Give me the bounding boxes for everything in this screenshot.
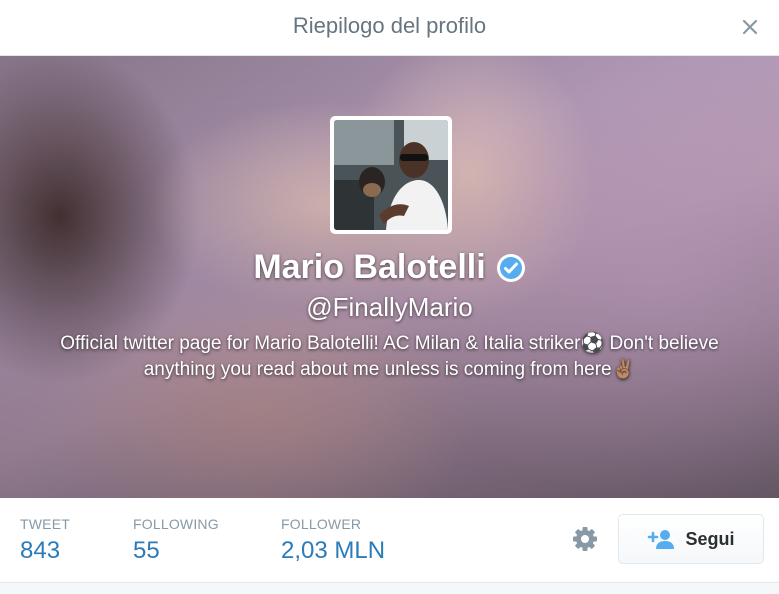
stat-tweet-value: 843 xyxy=(20,537,61,564)
stat-following[interactable]: FOLLOWING 55 xyxy=(133,516,219,565)
modal-title: Riepilogo del profilo xyxy=(292,13,487,38)
follow-button[interactable]: Segui xyxy=(618,514,764,564)
close-icon xyxy=(742,19,758,35)
close-button[interactable] xyxy=(735,12,765,42)
stat-tweet-label: TWEET xyxy=(20,516,70,532)
stat-follower-label: FOLLOWER xyxy=(281,516,362,532)
add-user-icon xyxy=(648,530,675,549)
settings-button[interactable] xyxy=(570,524,600,554)
avatar[interactable] xyxy=(330,116,452,234)
stat-following-value: 55 xyxy=(133,537,160,564)
profile-handle[interactable]: @FinallyMario xyxy=(0,292,779,323)
verified-badge-icon xyxy=(496,253,525,282)
follow-button-label: Segui xyxy=(685,528,735,549)
modal-footer-strip xyxy=(0,583,779,594)
profile-name[interactable]: Mario Balotelli xyxy=(253,248,485,287)
profile-banner: Mario Balotelli @FinallyMario Official t… xyxy=(0,56,779,498)
stat-follower[interactable]: FOLLOWER 2,03 MLN xyxy=(281,516,385,565)
profile-stats-bar: TWEET 843 FOLLOWING 55 FOLLOWER 2,03 MLN xyxy=(0,498,779,583)
avatar-image xyxy=(334,120,448,230)
stat-following-label: FOLLOWING xyxy=(133,516,219,532)
profile-info: Mario Balotelli @FinallyMario Official t… xyxy=(0,248,779,383)
stat-follower-value: 2,03 MLN xyxy=(281,537,386,564)
stat-tweet[interactable]: TWEET 843 xyxy=(20,516,70,565)
profile-bio: Official twitter page for Mario Balotell… xyxy=(60,333,719,380)
profile-summary-modal: Riepilogo del profilo Mario Balotelli @F… xyxy=(0,0,779,594)
gear-icon xyxy=(573,527,597,551)
name-row: Mario Balotelli xyxy=(0,248,779,287)
modal-header: Riepilogo del profilo xyxy=(0,0,779,56)
